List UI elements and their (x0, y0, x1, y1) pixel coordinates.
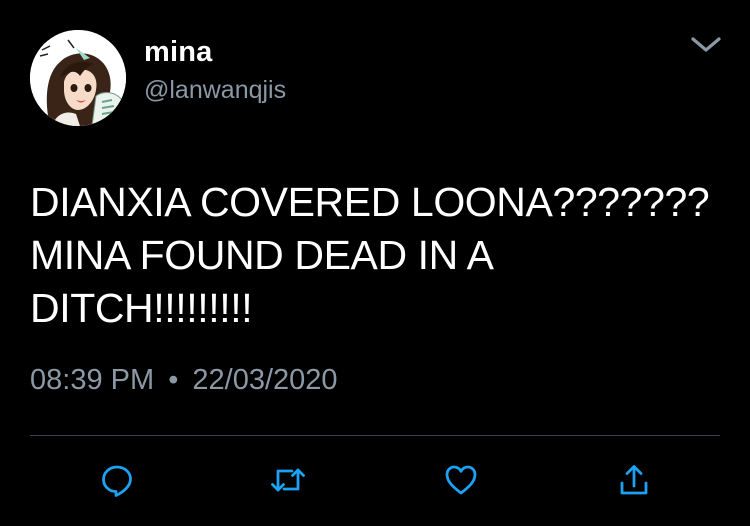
share-icon (620, 465, 648, 495)
avatar-image (30, 30, 126, 126)
reply-icon (102, 465, 132, 497)
divider (30, 435, 720, 436)
display-name[interactable]: mina (144, 36, 213, 69)
tweet-card: mina @lanwanqjis DIANXIA COVERED LOONA??… (0, 0, 750, 526)
share-button[interactable] (614, 460, 654, 500)
tweet-text: DIANXIA COVERED LOONA??????? MINA FOUND … (30, 176, 720, 335)
reply-button[interactable] (97, 460, 137, 500)
tweet-date: 22/03/2020 (192, 364, 338, 396)
tweet-text-line: MINA FOUND DEAD IN A (30, 232, 494, 278)
avatar[interactable] (30, 30, 126, 126)
tweet-timestamp[interactable]: 08:39 PM • 22/03/2020 (30, 364, 338, 397)
tweet-time: 08:39 PM (30, 364, 155, 396)
like-button[interactable] (441, 460, 481, 500)
user-handle[interactable]: @lanwanqjis (144, 76, 286, 105)
retweet-button[interactable] (268, 460, 308, 500)
tweet-text-line: DITCH!!!!!!!!! (30, 285, 253, 331)
chevron-down-icon (691, 37, 721, 52)
retweet-icon (271, 468, 305, 492)
heart-icon (445, 465, 477, 495)
tweet-text-line: DIANXIA COVERED LOONA??????? (30, 179, 710, 225)
tweet-menu-button[interactable] (688, 30, 724, 60)
meta-separator: • (168, 364, 179, 396)
